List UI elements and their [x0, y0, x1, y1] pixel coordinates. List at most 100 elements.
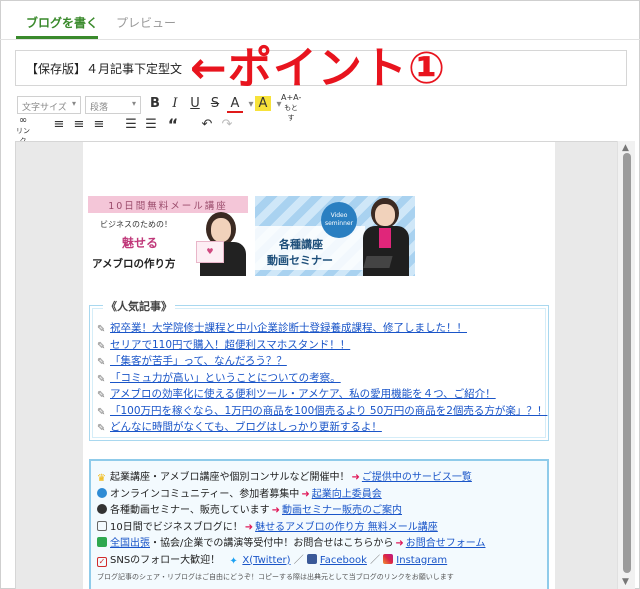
- separator: ／: [370, 554, 381, 566]
- chevron-down-icon: ▾: [71, 99, 76, 108]
- list-item: ✎ セリアで110円で購入！超便利スマホスタンド！！: [97, 337, 547, 354]
- pencil-icon: ✎: [97, 406, 106, 418]
- font-size-reset-label: もとす: [284, 104, 298, 122]
- bullet-list-button[interactable]: ☰: [123, 117, 139, 132]
- info-text: 起業講座・アメブロ講座や個別コンサルなど開催中！: [110, 472, 350, 483]
- pencil-icon: ✎: [97, 340, 106, 352]
- services-info-list: ♛ 起業講座・アメブロ講座や個別コンサルなど開催中！ ➜ ご提供中のサービス一覧 オン…: [97, 468, 485, 567]
- list-item: ✎ 「コミュ力が高い」ということについての考察。: [97, 370, 547, 387]
- handshake-icon: [97, 537, 107, 547]
- article-link[interactable]: 祝卒業！大学院修士課程と中小企業診断士登録養成課程、修了しました！！: [110, 322, 467, 334]
- paragraph-select[interactable]: 段落 ▾: [85, 96, 141, 114]
- contact-form-link[interactable]: お問合せフォーム: [406, 538, 486, 549]
- mail-course-link[interactable]: 魅せるアメブロの作り方 無料メール講座: [255, 522, 438, 533]
- share-note: ブログ記事のシェア・リブログはご自由にどうぞ！コピーする際は出典元として当ブログ…: [97, 573, 454, 581]
- crown-icon: ♛: [97, 473, 106, 484]
- scroll-down-icon[interactable]: ▼: [622, 577, 629, 587]
- align-center-button[interactable]: ≡: [71, 117, 87, 132]
- pencil-icon: ✎: [97, 324, 106, 335]
- nationwide-link[interactable]: 全国出張: [110, 538, 150, 549]
- heart-card: ♥: [196, 241, 224, 263]
- article-link[interactable]: セリアで110円で購入！超便利スマホスタンド！！: [110, 339, 350, 351]
- editor-content-area[interactable]: 10日間無料メール講座 ビジネスのための！ 魅せる アメブロの作り方 ♥ Vid…: [15, 141, 633, 589]
- list-item: ✎ 「集客が苦手」って、なんだろう？？: [97, 353, 547, 370]
- facebook-link[interactable]: Facebook: [320, 555, 367, 566]
- formatting-toolbar: 文字サイズ ▾ 段落 ▾ B I U S A ▾ A ▾ A+A- もとす ∞ …: [15, 93, 627, 145]
- link-icon[interactable]: ∞: [15, 115, 31, 126]
- list-item: ✎ 祝卒業！大学院修士課程と中小企業診断士登録養成課程、修了しました！！: [97, 320, 547, 337]
- list-item: 各種動画セミナー、販売しています ➜ 動画セミナー販売のご案内: [97, 501, 485, 518]
- popular-articles-title: 《人気記事》: [103, 298, 175, 314]
- article-link[interactable]: どんなに時間がなくても、ブログはしっかり更新するよ！: [110, 421, 382, 433]
- arrow-icon: ➜: [301, 488, 310, 500]
- list-item: ♛ 起業講座・アメブロ講座や個別コンサルなど開催中！ ➜ ご提供中のサービス一覧: [97, 468, 485, 485]
- tab-preview[interactable]: プレビュー: [116, 14, 176, 31]
- text-color-button[interactable]: A: [227, 96, 243, 113]
- align-left-button[interactable]: ≡: [51, 117, 67, 132]
- globe-icon: [97, 487, 107, 498]
- sns-label: SNSのフォロー大歓迎！: [110, 554, 221, 566]
- info-text: ・協会/企業での講演等受付中！お問合せはこちらから: [150, 538, 394, 549]
- video-banner-line1: 各種講座: [279, 238, 323, 251]
- arrow-icon: ➜: [395, 538, 404, 549]
- list-item: ✎ どんなに時間がなくても、ブログはしっかり更新するよ！: [97, 419, 547, 436]
- laptop-icon: [363, 256, 393, 268]
- numbered-list-button[interactable]: ☰: [143, 117, 159, 132]
- article-link[interactable]: 「100万円を稼ぐなら、1万円の商品を100個売るより 50万円の商品を2個売る…: [110, 405, 547, 417]
- video-banner-line2: 動画セミナー: [267, 254, 333, 267]
- list-item: オンラインコミュニティー、参加者募集中 ➜ 起業向上委員会: [97, 485, 485, 502]
- undo-button[interactable]: ↶: [199, 117, 215, 132]
- paragraph-select-label: 段落: [90, 103, 109, 113]
- video-badge: Video seminner: [321, 202, 357, 238]
- arrow-icon: ➜: [351, 472, 360, 483]
- instagram-icon: [383, 553, 394, 564]
- underline-button[interactable]: U: [187, 96, 203, 111]
- redo-button[interactable]: ↷: [219, 117, 235, 132]
- list-item: ✎ アメブロの効率化に使える便利ツール・アメケア、私の愛用機能を４つ、ご紹介！: [97, 386, 547, 403]
- community-link[interactable]: 起業向上委員会: [312, 489, 382, 500]
- highlight-color-button[interactable]: A: [255, 96, 271, 111]
- facebook-icon: [306, 553, 317, 564]
- font-size-select[interactable]: 文字サイズ ▾: [17, 96, 81, 114]
- tab-active-indicator: [16, 36, 98, 39]
- video-seminar-banner[interactable]: Video seminner 各種講座 動画セミナー: [255, 196, 415, 276]
- x-twitter-link[interactable]: X(Twitter): [242, 555, 290, 566]
- font-size-adjust-button[interactable]: A+A-: [281, 93, 301, 102]
- strikethrough-button[interactable]: S: [207, 96, 223, 111]
- pencil-icon: ✎: [97, 390, 106, 401]
- list-item: 10日間でビジネスブログに！ ➜ 魅せるアメブロの作り方 無料メール講座: [97, 518, 485, 535]
- article-body[interactable]: 10日間無料メール講座 ビジネスのための！ 魅せる アメブロの作り方 ♥ Vid…: [83, 142, 555, 589]
- popular-articles-list: ✎ 祝卒業！大学院修士課程と中小企業診断士登録養成課程、修了しました！！ ✎ セリア…: [97, 320, 547, 436]
- arrow-icon: ➜: [271, 505, 280, 516]
- mail-course-banner[interactable]: 10日間無料メール講座 ビジネスのための！ 魅せる アメブロの作り方 ♥: [88, 196, 248, 276]
- list-item: 全国出張・協会/企業での講演等受付中！お問合せはこちらから ➜ お問合せフォーム: [97, 534, 485, 551]
- scroll-up-icon[interactable]: ▲: [622, 143, 629, 153]
- mail-course-banner-title: アメブロの作り方: [92, 258, 176, 270]
- bold-button[interactable]: B: [147, 96, 163, 111]
- editor-scrollbar[interactable]: ▲ ▼: [617, 141, 635, 589]
- list-item: ✓ SNSのフォロー大歓迎！ ✦ X(Twitter) ／ Facebook ／ I…: [97, 551, 485, 568]
- video-icon: [97, 504, 107, 514]
- checkbox-icon: ✓: [97, 556, 107, 567]
- tab-write[interactable]: ブログを書く: [26, 14, 98, 31]
- article-link[interactable]: アメブロの効率化に使える便利ツール・アメケア、私の愛用機能を４つ、ご紹介！: [110, 388, 496, 400]
- instagram-link[interactable]: Instagram: [396, 555, 447, 566]
- list-item: ✎ 「100万円を稼ぐなら、1万円の商品を100個売るより 50万円の商品を2個売…: [97, 403, 547, 420]
- chevron-down-icon: ▾: [131, 99, 136, 108]
- mail-course-banner-header: 10日間無料メール講座: [88, 196, 248, 213]
- bird-icon: ✦: [229, 555, 238, 567]
- pencil-icon: ✎: [97, 373, 106, 385]
- article-link[interactable]: 「集客が苦手」って、なんだろう？？: [110, 355, 287, 367]
- font-size-select-label: 文字サイズ: [22, 103, 67, 113]
- video-seminar-link[interactable]: 動画セミナー販売のご案内: [282, 505, 402, 516]
- mail-course-banner-subtitle: ビジネスのための！: [100, 220, 172, 229]
- align-right-button[interactable]: ≡: [91, 117, 107, 132]
- pencil-icon: ✎: [97, 357, 106, 368]
- info-text: オンラインコミュニティー、参加者募集中: [110, 488, 300, 500]
- article-link[interactable]: 「コミュ力が高い」ということについての考察。: [110, 372, 341, 384]
- quote-button[interactable]: “: [165, 115, 181, 134]
- italic-button[interactable]: I: [167, 96, 183, 111]
- services-link[interactable]: ご提供中のサービス一覧: [362, 472, 472, 483]
- separator: ／: [293, 554, 304, 566]
- scroll-thumb[interactable]: [623, 153, 631, 573]
